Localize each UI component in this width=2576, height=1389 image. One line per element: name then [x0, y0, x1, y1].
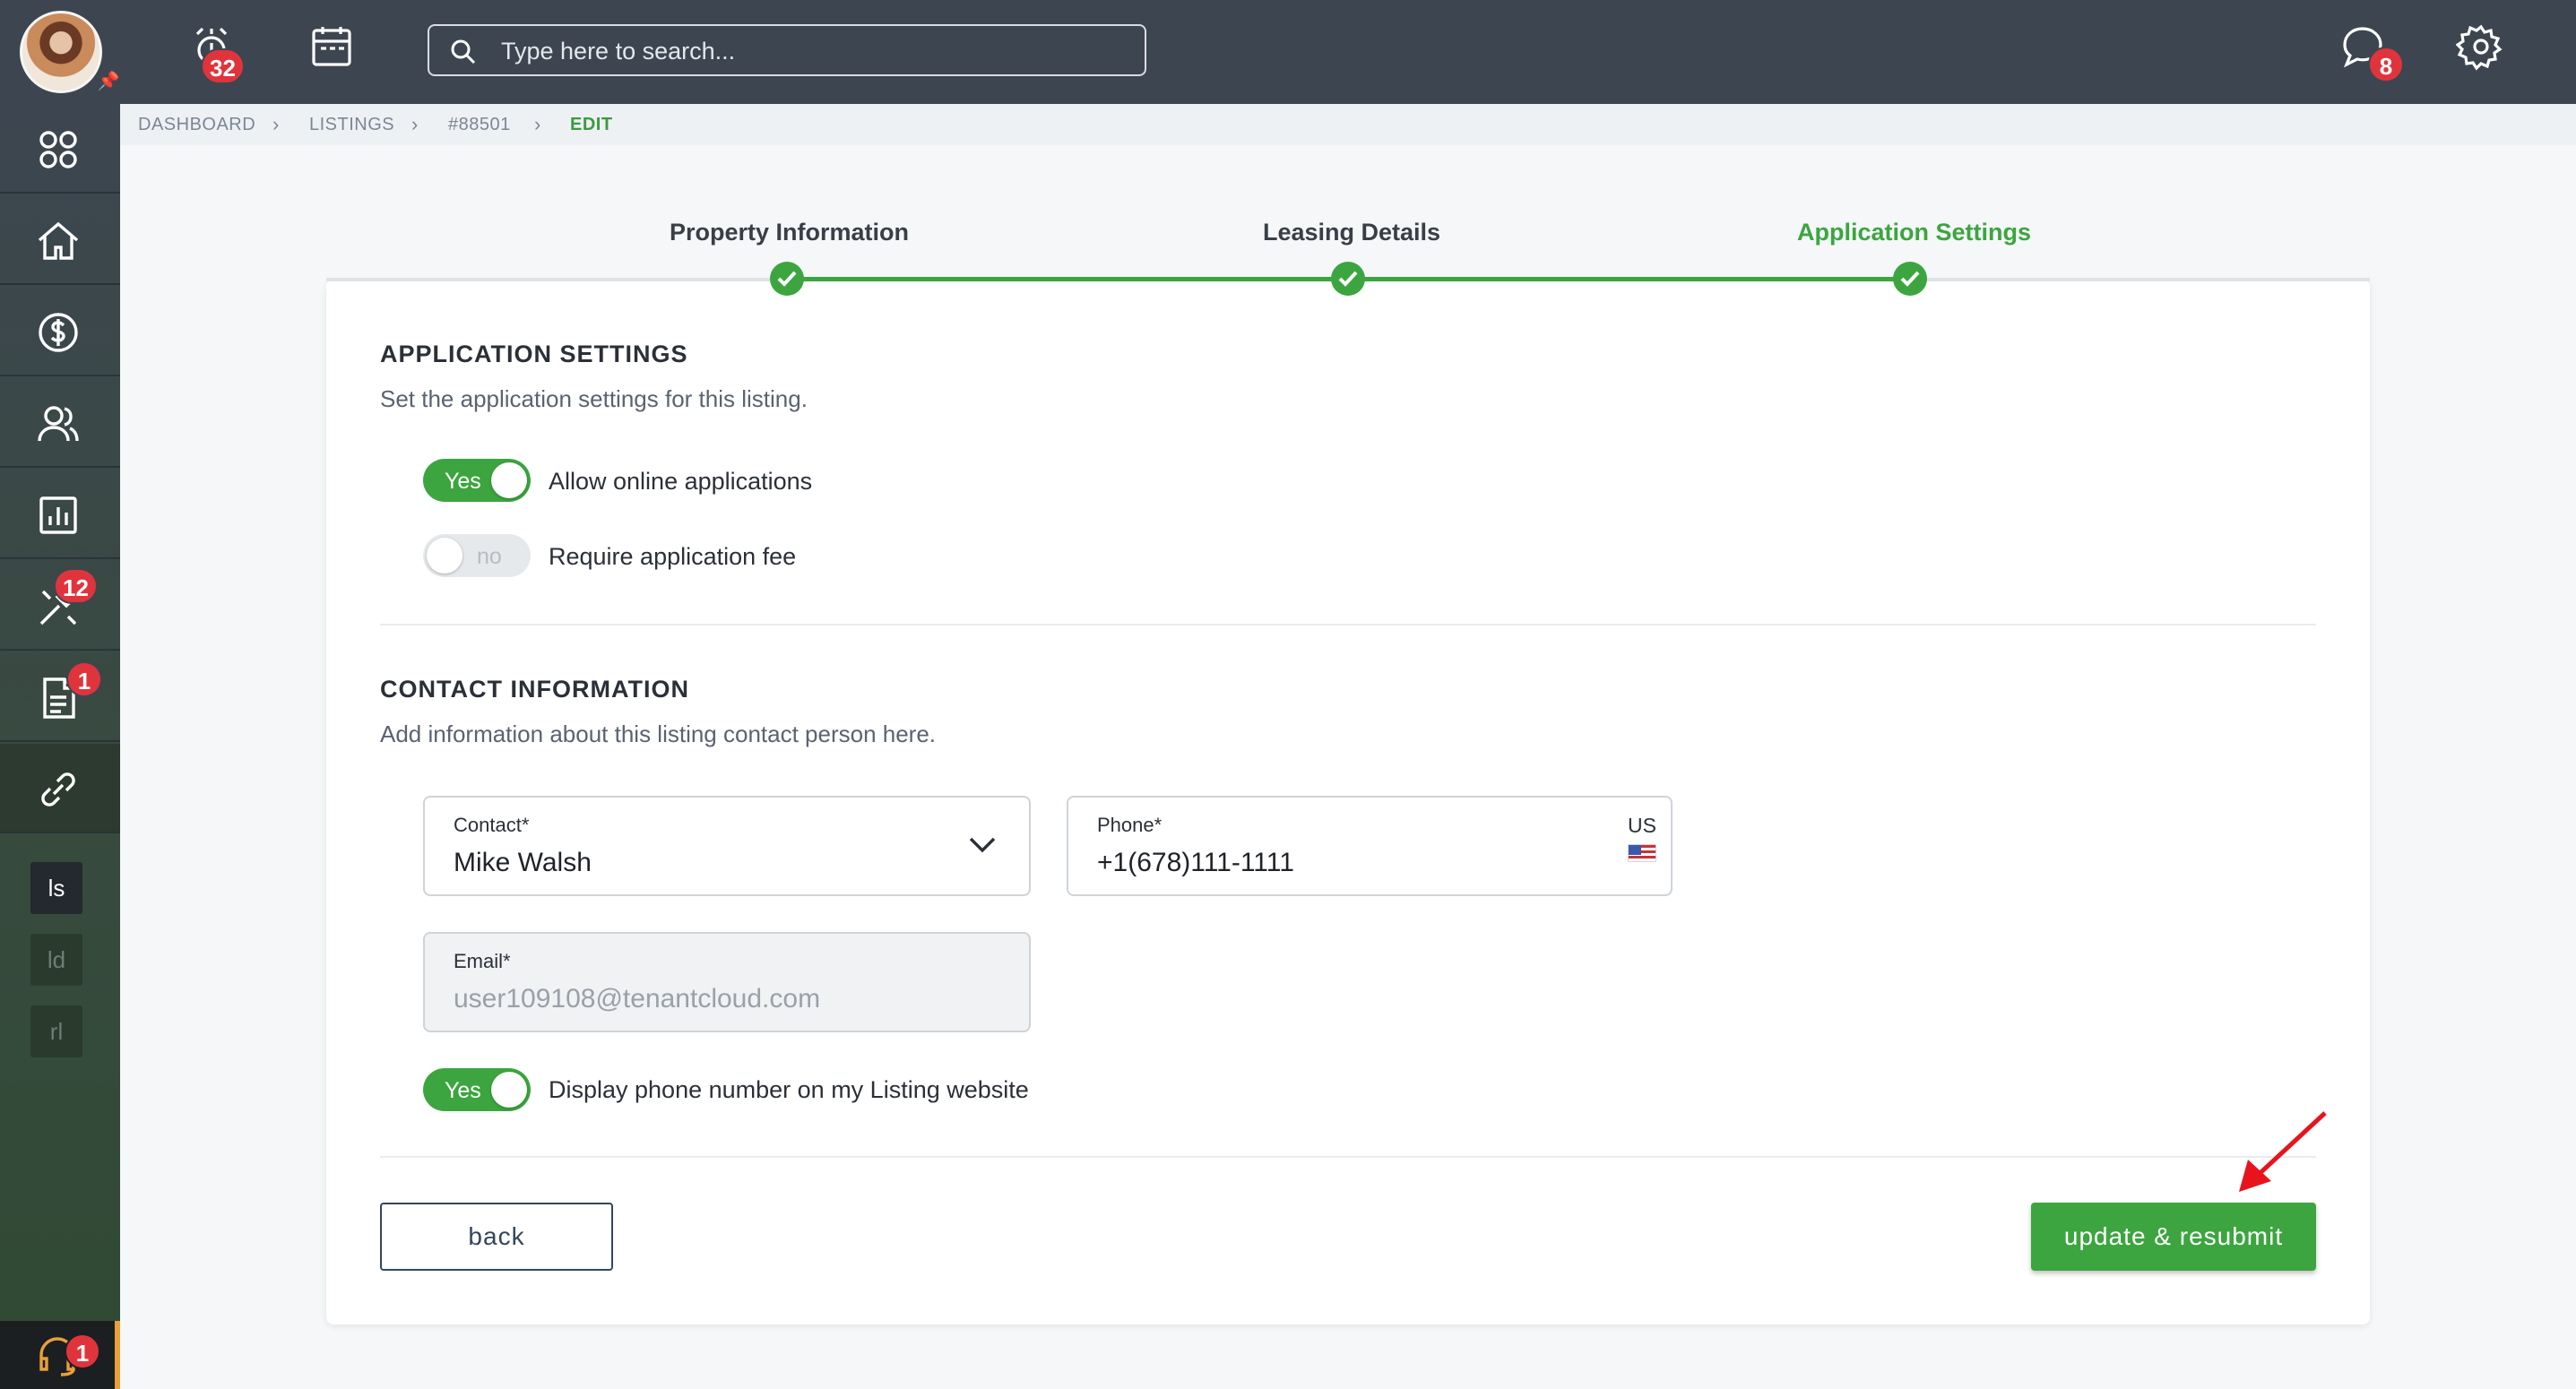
sidebar-item-home[interactable] [0, 195, 120, 285]
sidebar-item-people[interactable] [0, 378, 120, 468]
alarm-icon[interactable]: 32 [188, 22, 246, 84]
annotation-arrow-icon [2239, 1111, 2327, 1192]
toggle-knob [491, 1072, 527, 1108]
contact-select-value: Mike Walsh [454, 848, 592, 877]
top-bar: 📌 32 8 [0, 0, 2576, 104]
help-badge: 1 [65, 1333, 100, 1369]
search-box[interactable] [428, 24, 1146, 76]
calendar-icon[interactable] [308, 22, 366, 79]
phone-field-label: Phone* [1097, 814, 1163, 836]
phone-field[interactable]: Phone* +1(678)111-1111 US [1067, 796, 1673, 896]
breadcrumb-dashboard[interactable]: DASHBOARD [138, 115, 255, 135]
people-icon [38, 406, 79, 442]
contact-information-title: CONTACT INFORMATION [380, 676, 689, 703]
user-avatar[interactable] [20, 11, 102, 93]
application-settings-subtitle: Set the application settings for this li… [380, 385, 808, 412]
breadcrumb-separator: › [411, 113, 419, 135]
breadcrumb-separator: › [272, 113, 280, 135]
search-input[interactable] [501, 33, 1128, 69]
help-button[interactable]: 1 [0, 1321, 120, 1389]
section-divider [380, 624, 2316, 625]
update-resubmit-button[interactable]: update & resubmit [2031, 1203, 2316, 1271]
sidebar: 12 1 ls ld rl [0, 104, 120, 1389]
sidebar-item-reports[interactable] [0, 470, 120, 559]
display-phone-label: Display phone number on my Listing websi… [549, 1076, 1029, 1103]
step-check-icon [1893, 262, 1927, 296]
sidebar-item-maintenance[interactable]: 12 [0, 561, 120, 651]
step-check-icon [770, 262, 804, 296]
breadcrumb-current: EDIT [570, 115, 613, 134]
contact-select-label: Contact* [454, 814, 530, 836]
sidebar-chip-ls[interactable]: ls [30, 862, 82, 914]
chat-icon[interactable]: 8 [2338, 22, 2404, 82]
sidebar-item-finance[interactable] [0, 287, 120, 376]
toggle-state-label: no [477, 544, 502, 569]
maintenance-badge: 12 [54, 568, 98, 604]
toggle-knob [491, 462, 527, 498]
require-application-fee-toggle[interactable]: no [423, 534, 531, 577]
toggle-state-label: Yes [445, 1078, 481, 1103]
toggle-knob [427, 538, 462, 574]
phone-field-value: +1(678)111-1111 [1097, 848, 1294, 877]
step-label-application-settings[interactable]: Application Settings [1797, 219, 2031, 246]
search-icon [451, 39, 476, 65]
breadcrumb-separator: › [534, 113, 541, 135]
documents-badge: 1 [66, 661, 102, 697]
display-phone-toggle[interactable]: Yes [423, 1068, 531, 1111]
grid-icon [39, 131, 77, 168]
email-field-label: Email* [454, 950, 511, 972]
phone-country-code[interactable]: US [1628, 814, 1656, 838]
chart-icon [39, 496, 77, 534]
us-flag-icon[interactable] [1628, 844, 1656, 862]
chat-badge: 8 [2368, 47, 2404, 82]
sidebar-item-listings[interactable] [0, 744, 120, 833]
sidebar-item-apps[interactable] [0, 104, 120, 194]
sidebar-chip-rl[interactable]: rl [30, 1005, 82, 1057]
breadcrumb-listing-id[interactable]: #88501 [448, 115, 511, 135]
breadcrumb-listings[interactable]: LISTINGS [309, 115, 394, 135]
sidebar-chip-ld[interactable]: ld [30, 934, 82, 986]
home-icon [38, 221, 79, 260]
email-field-value: user109108@tenantcloud.com [454, 984, 821, 1014]
sidebar-item-documents[interactable]: 1 [0, 652, 120, 742]
step-check-icon [1331, 262, 1365, 296]
require-application-fee-label: Require application fee [549, 543, 797, 570]
link-icon [41, 772, 75, 807]
breadcrumb: DASHBOARD › LISTINGS › #88501 › EDIT [120, 104, 2576, 145]
chevron-down-icon [969, 837, 996, 853]
allow-online-applications-toggle[interactable]: Yes [423, 459, 531, 502]
alarm-badge: 32 [201, 48, 245, 84]
pin-icon[interactable]: 📌 [97, 70, 120, 93]
step-label-leasing-details[interactable]: Leasing Details [1263, 219, 1440, 246]
back-button[interactable]: back [380, 1203, 613, 1271]
settings-gear-icon[interactable] [2455, 22, 2513, 79]
contact-information-subtitle: Add information about this listing conta… [380, 720, 937, 747]
email-field[interactable]: Email* user109108@tenantcloud.com [423, 932, 1031, 1032]
dollar-icon [39, 313, 78, 352]
step-label-property-information[interactable]: Property Information [670, 219, 909, 246]
allow-online-applications-label: Allow online applications [549, 468, 813, 495]
toggle-state-label: Yes [445, 469, 481, 494]
section-divider [380, 1156, 2316, 1158]
application-settings-title: APPLICATION SETTINGS [380, 341, 688, 367]
contact-select[interactable]: Contact* Mike Walsh [423, 796, 1031, 896]
